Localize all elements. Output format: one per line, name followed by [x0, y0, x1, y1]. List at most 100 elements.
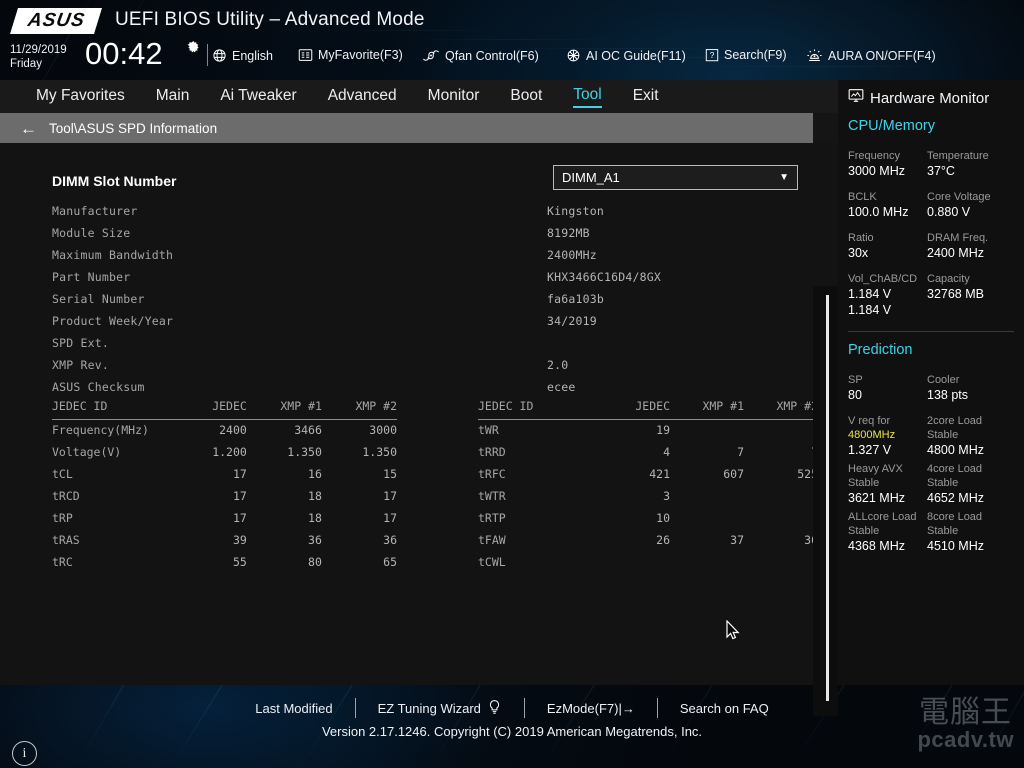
spd-right-cell: 19 [596, 419, 670, 441]
top-header: ASUS UEFI BIOS Utility – Advanced Mode 1… [0, 0, 1024, 80]
hw-metric: Capacity32768 MB [927, 272, 1006, 302]
breadcrumb[interactable]: ← Tool\ASUS SPD Information [0, 113, 813, 143]
spd-field-value: 34/2019 [547, 314, 597, 328]
spd-right-header: JEDEC ID [478, 397, 596, 419]
table-row: tCL171615 [52, 463, 397, 485]
asus-logo-text: ASUS [26, 10, 87, 32]
hw-metric-value: 30x [848, 245, 927, 261]
table-row: tRC558065 [52, 551, 397, 573]
tab-boot[interactable]: Boot [510, 87, 542, 107]
hw-prediction-left: V req for4800MHz1.327 V [848, 414, 927, 458]
fan-icon [422, 48, 440, 63]
hw-prediction-value: 4800 MHz [927, 442, 1006, 458]
tab-my-favorites[interactable]: My Favorites [36, 87, 125, 107]
hardware-monitor-content: CPU/MemoryFrequency3000 MHzTemperature37… [838, 108, 1024, 554]
footer-search-on-faq[interactable]: Search on FAQ [658, 701, 791, 716]
spd-field-row: Module Size8192MB [52, 222, 812, 244]
spd-left-cell: 17 [172, 485, 247, 507]
hw-metric-label: Vol_ChAB/CD [848, 272, 927, 286]
header-item-label: AI OC Guide(F11) [586, 49, 686, 63]
spd-right-header: JEDEC [596, 397, 670, 419]
spd-field-row: Maximum Bandwidth2400MHz [52, 244, 812, 266]
hw-metric-value: 1.184 V [848, 286, 927, 302]
content-scrollbar-thumb[interactable] [826, 295, 829, 701]
header-item-ai-oc-guide[interactable]: AI OC Guide(F11) [566, 48, 686, 63]
nav-tab-list: My Favorites Main Ai Tweaker Advanced Monito… [36, 80, 659, 113]
dimm-slot-select[interactable]: DIMM_A1 ▼ [553, 165, 798, 190]
main-navigation-bar: My Favorites Main Ai Tweaker Advanced Monito… [0, 80, 838, 113]
back-arrow-icon[interactable]: ← [20, 120, 37, 137]
spd-field-value: fa6a103b [547, 292, 604, 306]
header-item-label: AURA ON/OFF(F4) [828, 49, 936, 63]
spd-right-header: XMP #2 [744, 397, 818, 419]
hw-metric: Vol_ChAB/CD1.184 V [848, 272, 927, 302]
spd-right-cell: 37 [670, 529, 744, 551]
spd-left-header: JEDEC [172, 397, 247, 419]
spd-left-cell: tRAS [52, 529, 172, 551]
spd-left-cell: 80 [247, 551, 322, 573]
spd-right-cell: tWR [478, 419, 596, 441]
header-item-qfan[interactable]: Qfan Control(F6) [422, 48, 539, 63]
hw-prediction-label: 8core Load [927, 510, 1006, 524]
spd-field-value: ecee [547, 380, 576, 394]
hw-metric-value: 37°C [927, 163, 1006, 179]
brain-icon [566, 48, 581, 63]
spd-information-body: DIMM Slot Number DIMM_A1 ▼ ManufacturerK… [0, 143, 838, 685]
spd-field-row: Part NumberKHX3466C16D4/8GX [52, 266, 812, 288]
hw-metric: SP80 [848, 373, 927, 403]
table-row: tRAS393636 [52, 529, 397, 551]
spd-left-cell: 1.350 [247, 441, 322, 463]
table-row: tRCD171817 [52, 485, 397, 507]
tab-tool[interactable]: Tool [573, 86, 601, 108]
aura-light-icon [806, 48, 823, 63]
header-item-label: Search(F9) [724, 48, 787, 62]
spd-field-value: 2400MHz [547, 248, 597, 262]
hw-prediction-block: ALLcore LoadStable4368 MHz8core LoadStab… [848, 510, 1014, 554]
hw-metric-value: 138 pts [927, 387, 1006, 403]
spd-field-row: Product Week/Year34/2019 [52, 310, 812, 332]
header-item-search[interactable]: ? Search(F9) [705, 48, 787, 62]
spd-right-cell: 3 [596, 485, 670, 507]
spd-left-cell: Frequency(MHz) [52, 419, 172, 441]
hw-prediction-label: ALLcore Load [848, 510, 927, 524]
tab-ai-tweaker[interactable]: Ai Tweaker [220, 87, 296, 107]
tab-main[interactable]: Main [156, 87, 190, 107]
weekday-value: Friday [10, 58, 67, 70]
spd-left-cell: 36 [247, 529, 322, 551]
hw-metric-label: Ratio [848, 231, 927, 245]
spd-right-cell [744, 551, 818, 573]
hw-metric: BCLK100.0 MHz [848, 190, 927, 220]
spd-left-header: XMP #2 [322, 397, 397, 419]
tab-monitor[interactable]: Monitor [428, 87, 480, 107]
hw-metric-value: 80 [848, 387, 927, 403]
hw-prediction-value: 3621 MHz [848, 490, 927, 506]
footer-last-modified[interactable]: Last Modified [233, 701, 354, 716]
hw-prediction-label: V req for [848, 414, 927, 428]
hw-section-title: CPU/Memory [838, 108, 1024, 136]
hw-metric-value: 32768 MB [927, 286, 1006, 302]
question-box-icon: ? [705, 48, 719, 62]
svg-text:?: ? [710, 51, 715, 60]
header-item-language[interactable]: English [212, 48, 273, 63]
footer-ezmode-f7[interactable]: EzMode(F7)|→ [525, 701, 657, 716]
tab-advanced[interactable]: Advanced [328, 87, 397, 107]
watermark: 電腦王 pcadv.tw [866, 687, 1016, 753]
header-item-aura[interactable]: AURA ON/OFF(F4) [806, 48, 936, 63]
hardware-monitor-panel: Hardware Monitor CPU/MemoryFrequency3000… [838, 80, 1024, 685]
table-row: tCWL [478, 551, 818, 573]
spd-right-cell [596, 551, 670, 573]
spd-left-cell: 55 [172, 551, 247, 573]
header-item-myfavorite[interactable]: MyFavorite(F3) [298, 48, 403, 62]
spd-table-right: JEDEC IDJEDECXMP #1XMP #2 tWR19tRRD477tR… [478, 397, 803, 573]
hw-prediction-sublabel: 4800MHz [848, 428, 927, 442]
table-row: Frequency(MHz)240034663000 [52, 419, 397, 441]
hw-metric-label: Cooler [927, 373, 1006, 387]
spd-field-value: 8192MB [547, 226, 590, 240]
hardware-monitor-title-text: Hardware Monitor [870, 90, 989, 107]
gear-icon[interactable] [186, 40, 201, 55]
footer-ez-tuning-wizard[interactable]: EZ Tuning Wizard [356, 699, 524, 718]
footer-bar: Last ModifiedEZ Tuning WizardEzMode(F7)|… [0, 685, 1024, 768]
hw-section-title: Prediction [838, 332, 1024, 360]
tab-exit[interactable]: Exit [633, 87, 659, 107]
spd-field-label: ASUS Checksum [52, 380, 547, 394]
